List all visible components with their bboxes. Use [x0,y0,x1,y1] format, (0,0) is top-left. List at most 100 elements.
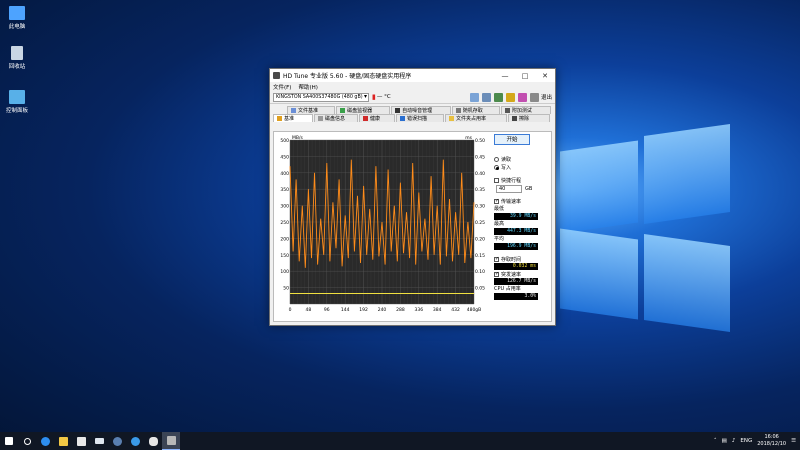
tab-label: 自动噪音管理 [402,108,433,114]
hdtune-app-icon [273,72,280,79]
write-radio[interactable] [494,164,499,170]
desktop-icon-label: 此电脑 [8,24,26,30]
clock-date: 2018/12/10 [757,441,787,447]
start-button[interactable] [0,432,18,450]
taskbar-hdtune[interactable] [162,432,180,450]
browser-icon [130,436,140,446]
taskbar-store[interactable] [72,432,90,450]
read-label: 读取 [501,156,512,163]
start-button[interactable]: 开始 [494,134,530,145]
menu-help[interactable]: 帮助(H) [298,83,317,91]
control-panel-icon [9,90,25,104]
hdtune-icon [166,436,176,445]
exit-icon [529,92,539,102]
notifications-icon[interactable]: ☰ [791,438,796,444]
taskbar-browser[interactable] [126,432,144,450]
taskbar-search[interactable] [18,432,36,450]
read-option[interactable]: 读取 [494,155,554,163]
cpu-label: CPU 占用率 [494,286,521,292]
short-stroke-checkbox[interactable] [494,177,499,183]
burst-rate-checkbox[interactable]: ✓ [494,271,499,277]
tab-aam[interactable]: 自动噪音管理 [391,106,451,114]
y-tick-right: 0.25 [475,220,485,226]
y-axis-unit-right: ms [465,136,472,141]
minimize-button[interactable]: — [495,72,515,80]
x-tick: 384 [433,307,442,313]
short-stroke-label: 快捷行程 [501,177,522,184]
min-value: 39.9 MB/s [494,213,538,220]
burst-rate-label: 突发速率 [501,271,522,278]
tab-disk-monitor[interactable]: 磁盘监视器 [336,106,391,114]
write-option[interactable]: 写入 [494,163,554,171]
folder-icon [449,116,454,121]
drive-select[interactable]: KINGSTON SA400S37480G (480 gB) [273,92,369,102]
tab-extra-tests[interactable]: 附加测试 [500,106,551,114]
store-icon [76,436,86,446]
taskbar-edge[interactable] [36,432,54,450]
hdtune-window: HD Tune 专业版 5.60 - 硬盘/固态硬盘实用程序 — □ ✕ 文件(… [269,68,556,326]
tab-erase[interactable]: 擦除 [508,114,550,122]
transfer-rate-option[interactable]: ✓ 传输速率 [494,197,554,205]
options-key-icon[interactable] [505,92,515,102]
x-tick: 48 [306,307,312,313]
tab-benchmark[interactable]: 基准 [273,114,313,122]
tab-label: 附加测试 [511,108,532,114]
desktop-icon-control-panel[interactable]: 控制面板 [0,90,34,114]
exit-button[interactable]: 退出 [529,92,552,102]
clock[interactable]: 16:06 2018/12/10 [757,434,786,448]
random-access-icon [455,108,461,113]
short-stroke-input[interactable]: 40 [496,185,522,193]
volume-icon[interactable]: ♪ [732,438,736,444]
menu-file[interactable]: 文件(F) [273,83,291,91]
y-tick-right: 0.15 [475,253,485,259]
burst-rate-value: 126.7 MB/s [494,278,538,285]
save-screenshot-icon[interactable] [493,92,503,102]
taskbar-explorer[interactable] [54,432,72,450]
tab-label: 随机存取 [462,108,483,114]
read-radio[interactable] [494,156,499,162]
tab-file-benchmark[interactable]: 文件基准 [287,106,336,114]
info-icon [318,116,323,121]
tab-info[interactable]: 磁盘信息 [314,114,358,122]
short-stroke-spinner: 40 GB [496,185,554,193]
access-time-checkbox[interactable]: ✓ [494,256,499,262]
y-tick-right: 0.40 [475,171,485,177]
taskbar-qq[interactable] [144,432,162,450]
title-bar[interactable]: HD Tune 专业版 5.60 - 硬盘/固态硬盘实用程序 — □ ✕ [270,69,555,82]
window-title: HD Tune 专业版 5.60 - 硬盘/固态硬盘实用程序 [283,73,412,80]
tab-error-scan[interactable]: 错误扫描 [396,114,444,122]
burst-rate-option[interactable]: ✓ 突发速率 [494,270,554,278]
system-tray: ˄ ▤ ♪ ENG 16:06 2018/12/10 ☰ [714,432,796,450]
steam-icon [112,436,122,446]
taskbar-steam[interactable] [108,432,126,450]
maximize-button[interactable]: □ [515,72,535,80]
y-tick-right: 0.50 [475,138,485,144]
chevron-up-icon[interactable]: ˄ [714,438,717,444]
clock-time: 16:06 [764,434,779,440]
options-icon[interactable] [517,92,527,102]
taskbar-mail[interactable] [90,432,108,450]
computer-icon [9,6,25,20]
desktop-icon-recycle-bin[interactable]: 回收站 [0,46,34,70]
y-tick-left: 500 [280,138,289,144]
tab-label: 健康 [370,116,381,122]
x-tick: 144 [341,307,350,313]
copy-screen-icon[interactable] [481,92,491,102]
y-tick-left: 50 [283,286,289,292]
access-time-value: 0.032 ms [494,263,538,270]
tab-folder-usage[interactable]: 文件夹占用率 [445,114,507,122]
close-button[interactable]: ✕ [535,72,555,80]
transfer-rate-checkbox[interactable]: ✓ [494,198,499,204]
desktop-icon-label: 控制面板 [5,108,28,114]
tab-health[interactable]: 健康 [359,114,395,122]
health-icon [363,116,368,121]
explorer-icon [58,436,68,446]
copy-info-icon[interactable] [469,92,479,102]
short-stroke-option[interactable]: 快捷行程 [494,176,554,184]
tab-random-access[interactable]: 随机存取 [451,106,500,114]
input-language[interactable]: ENG [740,438,752,444]
temperature-value: — °C [376,94,391,100]
network-icon[interactable]: ▤ [722,438,727,444]
access-time-option[interactable]: ✓ 存取时间 [494,255,554,263]
desktop-icon-computer[interactable]: 此电脑 [0,6,34,30]
